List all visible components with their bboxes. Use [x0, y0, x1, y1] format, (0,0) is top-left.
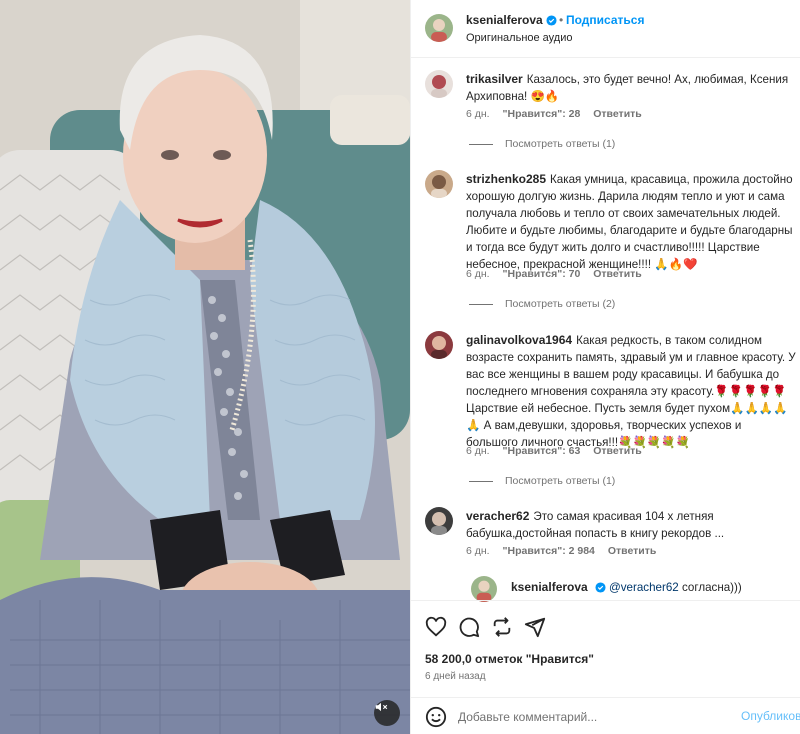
audio-link[interactable]: Оригинальное аудио — [466, 32, 573, 44]
reply-avatar[interactable] — [471, 576, 497, 602]
view-replies-button[interactable]: Посмотреть ответы (2) — [469, 298, 615, 310]
comment-avatar[interactable] — [425, 70, 453, 98]
view-replies-label: Посмотреть ответы (1) — [505, 138, 616, 150]
comment-composer: Опубликовать — [411, 697, 800, 734]
comment-avatar[interactable] — [425, 507, 453, 535]
repost-button[interactable] — [491, 616, 513, 641]
reply-button[interactable]: Ответить — [593, 445, 642, 457]
author-username-link[interactable]: ksenialferova — [466, 13, 557, 27]
header-separator: • — [559, 13, 564, 27]
comment-button[interactable] — [458, 616, 480, 641]
comment-body: trikasilver Казалось, это будет вечно! Ах… — [466, 71, 796, 105]
comment-likes[interactable]: "Нравится": 70 — [503, 268, 581, 280]
comment-meta: 6 дн. "Нравится": 2 984 Ответить — [466, 545, 666, 557]
comment-text: Какая редкость, в таком солидном возраст… — [466, 334, 796, 449]
reply-button[interactable]: Ответить — [593, 268, 642, 280]
comment-username[interactable]: trikasilver — [466, 72, 523, 86]
comment-meta: 6 дн. "Нравится": 28 Ответить — [466, 108, 652, 120]
emoji-icon — [425, 706, 447, 728]
comment-item: trikasilver Казалось, это будет вечно! Ах… — [411, 68, 800, 154]
view-replies-button[interactable]: Посмотреть ответы (1) — [469, 475, 615, 487]
view-replies-button[interactable]: Посмотреть ответы (1) — [469, 138, 615, 150]
comment-likes[interactable]: "Нравится": 28 — [503, 108, 581, 120]
post-date[interactable]: 6 дней назад — [425, 671, 486, 682]
view-replies-label: Посмотреть ответы (2) — [505, 298, 616, 310]
comment-username[interactable]: galinavolkova1964 — [466, 333, 572, 347]
comment-input[interactable] — [458, 707, 728, 727]
comment-item: galinavolkova1964 Какая редкость, в таком… — [411, 329, 800, 489]
comment-body: galinavolkova1964 Какая редкость, в таком… — [466, 332, 796, 451]
comment-likes[interactable]: "Нравится": 63 — [503, 445, 581, 457]
comment-username[interactable]: veracher62 — [466, 509, 529, 523]
comment-time[interactable]: 6 дн. — [466, 445, 490, 457]
photo-illustration — [0, 0, 410, 734]
likes-count[interactable]: 58 200,0 отметок "Нравится" — [425, 652, 594, 666]
comment-meta: 6 дн. "Нравится": 70 Ответить — [466, 268, 652, 280]
view-replies-label: Посмотреть ответы (1) — [505, 475, 616, 487]
author-avatar[interactable] — [425, 14, 453, 42]
reply-text: согласна))) — [681, 581, 742, 594]
post-header: ksenialferova • Подписаться Оригинальное… — [411, 0, 800, 58]
post-side-panel: ksenialferova • Подписаться Оригинальное… — [410, 0, 800, 734]
reply-button[interactable]: Ответить — [593, 108, 642, 120]
comment-item: veracher62 Это самая красивая 104 х летня… — [411, 505, 800, 565]
emoji-button[interactable] — [425, 706, 447, 731]
like-button[interactable] — [425, 616, 447, 641]
heart-icon — [425, 616, 447, 637]
comment-body: veracher62 Это самая красивая 104 х летня… — [466, 508, 796, 542]
comment-username[interactable]: strizhenko285 — [466, 172, 546, 186]
reply-mention[interactable]: @veracher62 — [609, 581, 679, 594]
comment-time[interactable]: 6 дн. — [466, 545, 490, 557]
post-actions: 58 200,0 отметок "Нравится" 6 дней назад… — [411, 600, 800, 734]
mute-button[interactable] — [374, 700, 400, 726]
verified-badge-icon — [595, 582, 606, 593]
post-view: ksenialferova • Подписаться Оригинальное… — [0, 0, 800, 734]
comment-time[interactable]: 6 дн. — [466, 268, 490, 280]
post-photo[interactable] — [0, 0, 410, 734]
comment-icon — [459, 617, 480, 638]
reply-username[interactable]: ksenialferova — [511, 580, 588, 594]
comment-time[interactable]: 6 дн. — [466, 108, 490, 120]
comment-likes[interactable]: "Нравится": 2 984 — [503, 545, 595, 557]
repost-icon — [493, 617, 511, 637]
publish-button[interactable]: Опубликовать — [741, 709, 800, 723]
mute-icon — [375, 702, 388, 712]
comment-avatar[interactable] — [425, 170, 453, 198]
replies-divider — [469, 480, 493, 482]
author-username[interactable]: ksenialferova — [466, 13, 543, 27]
replies-divider — [469, 303, 493, 305]
comment-avatar[interactable] — [425, 331, 453, 359]
comment-body: strizhenko285 Какая умница, красавица, пр… — [466, 171, 796, 273]
verified-badge-icon — [546, 15, 557, 26]
reply-item: ksenialferova @veracher62 согласна))) — [411, 574, 800, 602]
follow-button[interactable]: Подписаться — [566, 13, 644, 27]
comment-item: strizhenko285 Какая умница, красавица, пр… — [411, 168, 800, 318]
reply-body: ksenialferova @veracher62 согласна))) — [511, 579, 791, 596]
comment-text: Какая умница, красавица, прожила достойн… — [466, 173, 793, 271]
reply-button[interactable]: Ответить — [608, 545, 657, 557]
share-icon — [524, 617, 546, 638]
share-button[interactable] — [524, 616, 546, 641]
comment-meta: 6 дн. "Нравится": 63 Ответить — [466, 445, 652, 457]
replies-divider — [469, 143, 493, 145]
